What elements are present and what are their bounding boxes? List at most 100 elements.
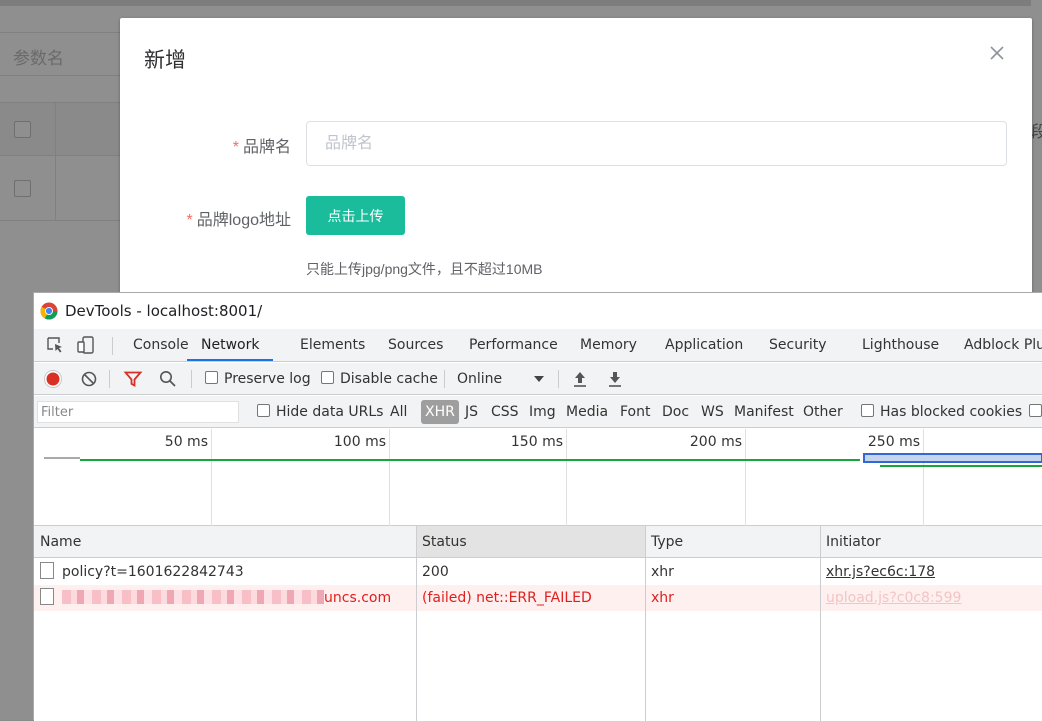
tick-label-200: 200 ms [689, 434, 742, 450]
close-icon[interactable] [988, 44, 1006, 62]
filter-type-manifest[interactable]: Manifest [734, 396, 794, 428]
dialog-title: 新增 [144, 49, 186, 72]
column-divider[interactable] [416, 526, 417, 721]
export-har-icon[interactable] [605, 369, 625, 389]
tab-network[interactable]: Network [187, 329, 274, 361]
filter-bar: Hide data URLs All XHR JS CSS Img Media … [34, 396, 1042, 428]
required-star: * [232, 139, 239, 156]
checkbox-box[interactable] [1029, 404, 1042, 417]
request-initiator-link[interactable]: xhr.js?ec6c:178 [820, 559, 1042, 585]
filter-type-doc[interactable]: Doc [662, 396, 689, 428]
request-status: (failed) net::ERR_FAILED [422, 590, 592, 606]
tick-line [389, 429, 390, 526]
request-name[interactable]: uncs.com [34, 585, 416, 611]
column-divider[interactable] [820, 526, 821, 721]
tab-adblock[interactable]: Adblock Plu [964, 329, 1042, 361]
checkbox-box[interactable] [257, 404, 270, 417]
tick-line [745, 429, 746, 526]
throttle-select[interactable]: Online [457, 363, 502, 395]
required-star: * [186, 212, 193, 229]
network-toolbar: Preserve log Disable cache Online [34, 363, 1042, 395]
upload-tip: 只能上传jpg/png文件，且不超过10MB [306, 261, 543, 277]
filter-type-font[interactable]: Font [620, 396, 650, 428]
request-table: Name Status Type Initiator policy?t=1601… [34, 526, 1042, 721]
column-name[interactable]: Name [34, 526, 416, 558]
request-type: xhr [651, 564, 674, 580]
devtools-tab-bar: Console Network Elements Sources Perform… [34, 329, 1042, 362]
filter-type-media[interactable]: Media [566, 396, 608, 428]
tab-sources[interactable]: Sources [388, 329, 443, 361]
table-row[interactable]: uncs.com (failed) net::ERR_FAILED xhr up… [34, 585, 1042, 611]
background-topbar [0, 0, 1042, 6]
checkbox-box[interactable] [861, 404, 874, 417]
filter-icon[interactable] [123, 369, 143, 389]
column-initiator[interactable]: Initiator [820, 526, 1042, 558]
background-table-divider [55, 102, 56, 221]
tab-console[interactable]: Console [133, 329, 189, 361]
filter-type-xhr[interactable]: XHR [421, 400, 459, 424]
column-type[interactable]: Type [645, 526, 820, 558]
checkbox-box[interactable] [205, 371, 218, 384]
tab-performance[interactable]: Performance [469, 329, 558, 361]
toolbar-separator [558, 370, 559, 388]
network-overview[interactable]: 50 ms 100 ms 150 ms 200 ms 250 ms [34, 429, 1042, 526]
checkbox-box[interactable] [321, 371, 334, 384]
inspect-element-icon[interactable] [45, 335, 65, 355]
toolbar-separator [191, 370, 192, 388]
search-icon[interactable] [158, 369, 178, 389]
file-icon [40, 588, 54, 605]
tick-line [923, 429, 924, 526]
device-toolbar-icon[interactable] [76, 335, 96, 355]
filter-type-css[interactable]: CSS [491, 396, 519, 428]
tab-memory[interactable]: Memory [580, 329, 637, 361]
upload-button[interactable]: 点击上传 [306, 196, 405, 235]
column-divider[interactable] [645, 526, 646, 721]
background-right-area [1031, 0, 1042, 300]
chevron-down-icon[interactable] [529, 369, 549, 389]
brand-name-input[interactable] [306, 121, 1007, 166]
chrome-logo-icon [40, 302, 58, 320]
tab-separator [112, 337, 113, 355]
clear-icon[interactable] [79, 369, 99, 389]
record-icon[interactable] [43, 369, 63, 389]
brand-logo-label: * 品牌logo地址 [186, 212, 292, 229]
toolbar-separator [444, 370, 445, 388]
filter-input[interactable] [37, 401, 239, 423]
timing-bar [880, 465, 1042, 467]
request-name[interactable]: policy?t=1601622842743 [34, 559, 416, 585]
column-status[interactable]: Status [416, 526, 645, 558]
filter-type-ws[interactable]: WS [701, 396, 724, 428]
import-har-icon[interactable] [570, 369, 590, 389]
request-initiator-link[interactable]: upload.js?c0c8:599 [820, 585, 1042, 611]
tab-elements[interactable]: Elements [300, 329, 365, 361]
redacted-url [62, 590, 324, 604]
disable-cache-checkbox[interactable]: Disable cache [321, 363, 438, 395]
tick-label-150: 150 ms [510, 434, 563, 450]
tick-label-250: 250 ms [867, 434, 920, 450]
tab-security[interactable]: Security [769, 329, 827, 361]
background-row-checkbox [14, 180, 31, 197]
filter-type-img[interactable]: Img [529, 396, 556, 428]
selected-range[interactable] [863, 453, 1042, 463]
background-header-checkbox [14, 121, 31, 138]
brand-name-label: * 品牌名 [232, 139, 291, 156]
tab-application[interactable]: Application [665, 329, 743, 361]
timing-bar [44, 457, 80, 459]
tab-lighthouse[interactable]: Lighthouse [862, 329, 939, 361]
preserve-log-checkbox[interactable]: Preserve log [205, 363, 311, 395]
request-type: xhr [651, 590, 674, 606]
table-row[interactable]: policy?t=1601622842743 200 xhr xhr.js?ec… [34, 559, 1042, 585]
tick-label-50: 50 ms [164, 434, 208, 450]
filter-type-other[interactable]: Other [803, 396, 843, 428]
file-icon [40, 562, 54, 579]
has-blocked-cookies-checkbox[interactable]: Has blocked cookies [861, 396, 1022, 428]
tick-label-100: 100 ms [333, 434, 386, 450]
devtools-window: DevTools - localhost:8001/ Console Netwo… [33, 292, 1042, 721]
hide-data-urls-checkbox[interactable]: Hide data URLs [257, 396, 383, 428]
filter-type-js[interactable]: JS [465, 396, 478, 428]
extra-checkbox[interactable] [1029, 396, 1042, 428]
request-status: 200 [422, 564, 449, 580]
filter-type-all[interactable]: All [390, 396, 407, 428]
background-right-text: 段 [1031, 124, 1042, 141]
timing-bar [80, 459, 860, 461]
